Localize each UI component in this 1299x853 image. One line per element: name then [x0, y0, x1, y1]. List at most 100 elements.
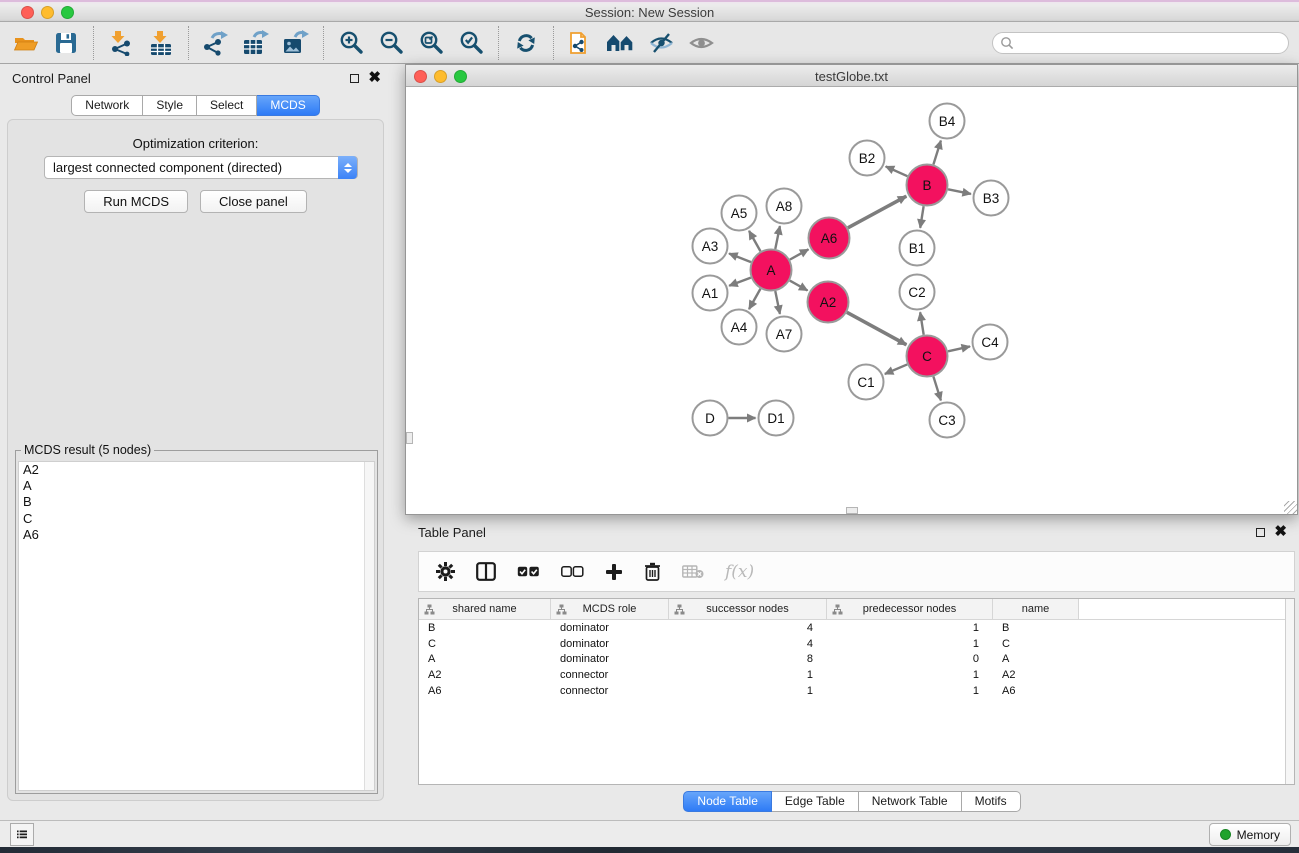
export-image-button[interactable]: [276, 26, 316, 60]
graph-node-A1[interactable]: A1: [693, 276, 728, 311]
graph-node-C1[interactable]: C1: [849, 365, 884, 400]
criterion-dropdown[interactable]: largest connected component (directed): [44, 156, 358, 179]
import-network-button[interactable]: [101, 26, 141, 60]
graph-node-A3[interactable]: A3: [693, 229, 728, 264]
graph-node-B1[interactable]: B1: [900, 231, 935, 266]
open-session-button[interactable]: [6, 26, 46, 60]
run-mcds-button[interactable]: Run MCDS: [84, 190, 188, 213]
graph-node-B[interactable]: B: [907, 165, 948, 206]
column-header-MCDS-role[interactable]: MCDS role: [551, 599, 669, 619]
graph-node-A8[interactable]: A8: [767, 189, 802, 224]
table-cell[interactable]: dominator: [551, 622, 669, 634]
table-cell[interactable]: 1: [827, 622, 993, 634]
table-cell[interactable]: A2: [419, 669, 551, 681]
table-row[interactable]: Cdominator41C: [419, 636, 1294, 652]
close-control-panel-icon[interactable]: ✖: [368, 73, 381, 83]
window-resize-grip[interactable]: [1284, 501, 1297, 514]
mcds-result-item[interactable]: A: [19, 478, 374, 494]
graph-node-D[interactable]: D: [693, 401, 728, 436]
mcds-result-item[interactable]: A6: [19, 527, 374, 543]
table-cell[interactable]: B: [419, 622, 551, 634]
network-horizontal-scrollbar[interactable]: [846, 507, 858, 514]
result-list-scrollbar[interactable]: [364, 462, 374, 790]
float-table-panel-icon[interactable]: [1256, 528, 1265, 537]
graph-node-A[interactable]: A: [751, 250, 792, 291]
table-vertical-scrollbar[interactable]: [1285, 599, 1294, 784]
close-panel-button[interactable]: Close panel: [200, 190, 307, 213]
graph-node-B3[interactable]: B3: [974, 181, 1009, 216]
select-all-rows-button[interactable]: [517, 566, 540, 578]
graph-node-C[interactable]: C: [907, 336, 948, 377]
zoom-selected-button[interactable]: [451, 26, 491, 60]
graph-node-A6[interactable]: A6: [809, 218, 850, 259]
table-cell[interactable]: 1: [669, 669, 827, 681]
table-cell[interactable]: 1: [827, 638, 993, 650]
graph-node-B4[interactable]: B4: [930, 104, 965, 139]
table-cell[interactable]: A: [419, 653, 551, 665]
graph-node-A2[interactable]: A2: [808, 282, 849, 323]
column-header-successor-nodes[interactable]: successor nodes: [669, 599, 827, 619]
search-input[interactable]: [1014, 34, 1288, 52]
network-canvas[interactable]: A A1 A2 A3 A4 A5 A6 A7 A8 B B1 B2 B3 B4 C C1 C2 C3 C4 D D1: [406, 87, 1297, 514]
network-vertical-scrollbar[interactable]: [406, 432, 413, 444]
table-cell[interactable]: 1: [669, 685, 827, 697]
column-header-predecessor-nodes[interactable]: predecessor nodes: [827, 599, 993, 619]
memory-button[interactable]: Memory: [1209, 823, 1291, 846]
table-row[interactable]: Adominator80A: [419, 652, 1294, 668]
table-cell[interactable]: 4: [669, 638, 827, 650]
graph-node-C3[interactable]: C3: [930, 403, 965, 438]
zoom-in-button[interactable]: [331, 26, 371, 60]
show-all-button[interactable]: [681, 26, 721, 60]
table-cell[interactable]: 8: [669, 653, 827, 665]
graph-node-B2[interactable]: B2: [850, 141, 885, 176]
table-cell[interactable]: dominator: [551, 638, 669, 650]
import-table-button[interactable]: [141, 26, 181, 60]
new-network-from-selection-button[interactable]: [561, 26, 601, 60]
column-header-name[interactable]: name: [993, 599, 1079, 619]
tab-network[interactable]: Network: [71, 95, 143, 116]
mcds-result-item[interactable]: C: [19, 511, 374, 527]
add-column-button[interactable]: [605, 563, 623, 581]
graph-node-A7[interactable]: A7: [767, 317, 802, 352]
tab-network-table[interactable]: Network Table: [859, 791, 962, 812]
table-cell[interactable]: C: [993, 638, 1079, 650]
table-cell[interactable]: C: [419, 638, 551, 650]
first-neighbors-button[interactable]: [601, 26, 641, 60]
table-mode-button[interactable]: [436, 562, 455, 581]
export-table-button[interactable]: [236, 26, 276, 60]
column-header-shared-name[interactable]: shared name: [419, 599, 551, 619]
table-cell[interactable]: dominator: [551, 653, 669, 665]
table-cell[interactable]: A2: [993, 669, 1079, 681]
graph-node-D1[interactable]: D1: [759, 401, 794, 436]
delete-table-button[interactable]: [682, 564, 704, 579]
close-table-panel-icon[interactable]: ✖: [1274, 527, 1287, 537]
zoom-out-button[interactable]: [371, 26, 411, 60]
table-cell[interactable]: connector: [551, 669, 669, 681]
show-hide-columns-button[interactable]: [476, 562, 496, 581]
show-panels-list-button[interactable]: [10, 823, 34, 846]
tab-style[interactable]: Style: [143, 95, 197, 116]
mcds-result-list[interactable]: A2ABCA6: [18, 461, 375, 791]
table-cell[interactable]: A6: [993, 685, 1079, 697]
mcds-result-item[interactable]: A2: [19, 462, 374, 478]
graph-node-A5[interactable]: A5: [722, 196, 757, 231]
tab-edge-table[interactable]: Edge Table: [772, 791, 859, 812]
table-cell[interactable]: 4: [669, 622, 827, 634]
apply-layout-button[interactable]: [506, 26, 546, 60]
graph-node-C4[interactable]: C4: [973, 325, 1008, 360]
table-cell[interactable]: 1: [827, 669, 993, 681]
tab-motifs[interactable]: Motifs: [962, 791, 1021, 812]
zoom-fit-button[interactable]: [411, 26, 451, 60]
graph-node-C2[interactable]: C2: [900, 275, 935, 310]
tab-mcds[interactable]: MCDS: [257, 95, 319, 116]
table-cell[interactable]: 1: [827, 685, 993, 697]
graph-node-A4[interactable]: A4: [722, 310, 757, 345]
table-row[interactable]: Bdominator41B: [419, 620, 1294, 636]
deselect-all-rows-button[interactable]: [561, 566, 584, 578]
export-network-button[interactable]: [196, 26, 236, 60]
table-row[interactable]: A6connector11A6: [419, 683, 1294, 699]
tab-node-table[interactable]: Node Table: [683, 791, 772, 812]
delete-columns-button[interactable]: [644, 562, 661, 581]
table-cell[interactable]: A: [993, 653, 1079, 665]
table-cell[interactable]: A6: [419, 685, 551, 697]
